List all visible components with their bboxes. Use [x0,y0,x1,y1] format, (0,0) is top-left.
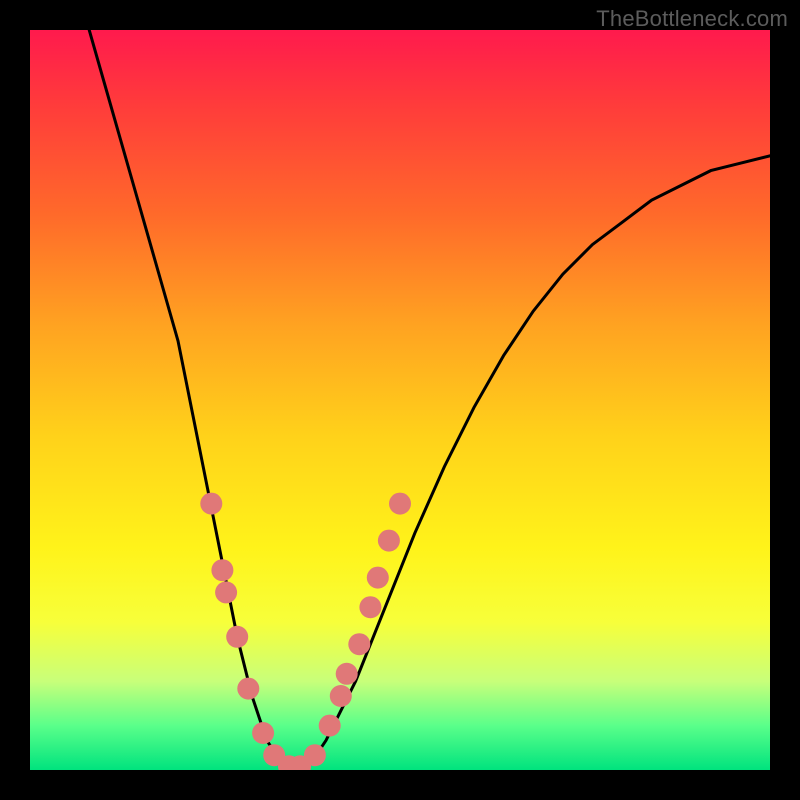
curve-marker-dot [319,715,341,737]
curve-marker-dot [200,493,222,515]
curve-marker-dot [389,493,411,515]
curve-marker-dot [252,722,274,744]
curve-marker-dot [226,626,248,648]
curve-markers [200,493,411,770]
watermark-text: TheBottleneck.com [596,6,788,32]
curve-marker-dot [215,581,237,603]
curve-line [89,30,770,770]
curve-marker-dot [367,567,389,589]
curve-marker-dot [336,663,358,685]
curve-marker-dot [304,744,326,766]
curve-marker-dot [378,530,400,552]
curve-marker-dot [348,633,370,655]
chart-frame: TheBottleneck.com [0,0,800,800]
bottleneck-curve-path [89,30,770,770]
bottleneck-curve-svg [30,30,770,770]
curve-marker-dot [330,685,352,707]
curve-marker-dot [359,596,381,618]
plot-area [30,30,770,770]
curve-marker-dot [211,559,233,581]
curve-marker-dot [237,678,259,700]
